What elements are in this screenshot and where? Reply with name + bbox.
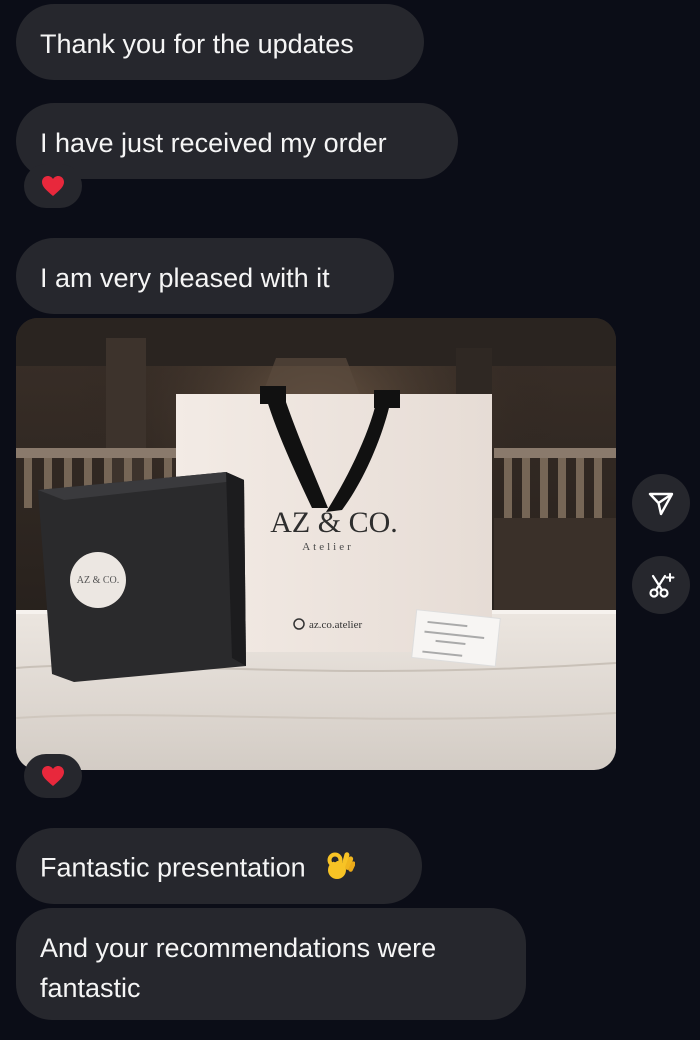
message-bubble[interactable]: I have just received my order bbox=[16, 103, 458, 179]
magic-cut-button[interactable] bbox=[632, 556, 690, 614]
photo-message[interactable]: AZ & CO. Atelier az.co.atelier AZ & CO. bbox=[16, 318, 616, 770]
ok-hand-emoji bbox=[325, 848, 356, 891]
box-sticker-text: AZ & CO. bbox=[77, 575, 120, 586]
bag-subbrand-text: Atelier bbox=[302, 541, 354, 553]
message-text: I am very pleased with it bbox=[40, 263, 330, 293]
message-text: I have just received my order bbox=[40, 128, 387, 158]
message-text: Thank you for the updates bbox=[40, 29, 354, 59]
share-icon bbox=[648, 492, 674, 516]
order-photo: AZ & CO. Atelier az.co.atelier AZ & CO. bbox=[16, 318, 616, 770]
message-bubble[interactable]: Thank you for the updates bbox=[16, 4, 424, 80]
magic-cut-icon bbox=[649, 573, 675, 598]
reaction-badge[interactable] bbox=[24, 164, 82, 208]
message-bubble[interactable]: And your recommendations were fantastic bbox=[16, 908, 526, 1020]
bag-handle-text: az.co.atelier bbox=[309, 619, 362, 631]
share-button[interactable] bbox=[632, 474, 690, 532]
message-text: Fantastic presentation bbox=[40, 852, 306, 883]
heart-icon bbox=[42, 766, 64, 786]
bag-brand-text: AZ & CO. bbox=[270, 506, 398, 539]
message-bubble[interactable]: I am very pleased with it bbox=[16, 238, 394, 314]
message-text: And your recommendations were fantastic bbox=[40, 933, 437, 1003]
reaction-badge[interactable] bbox=[24, 754, 82, 798]
heart-icon bbox=[42, 176, 64, 196]
message-bubble[interactable]: Fantastic presentation bbox=[16, 828, 422, 904]
